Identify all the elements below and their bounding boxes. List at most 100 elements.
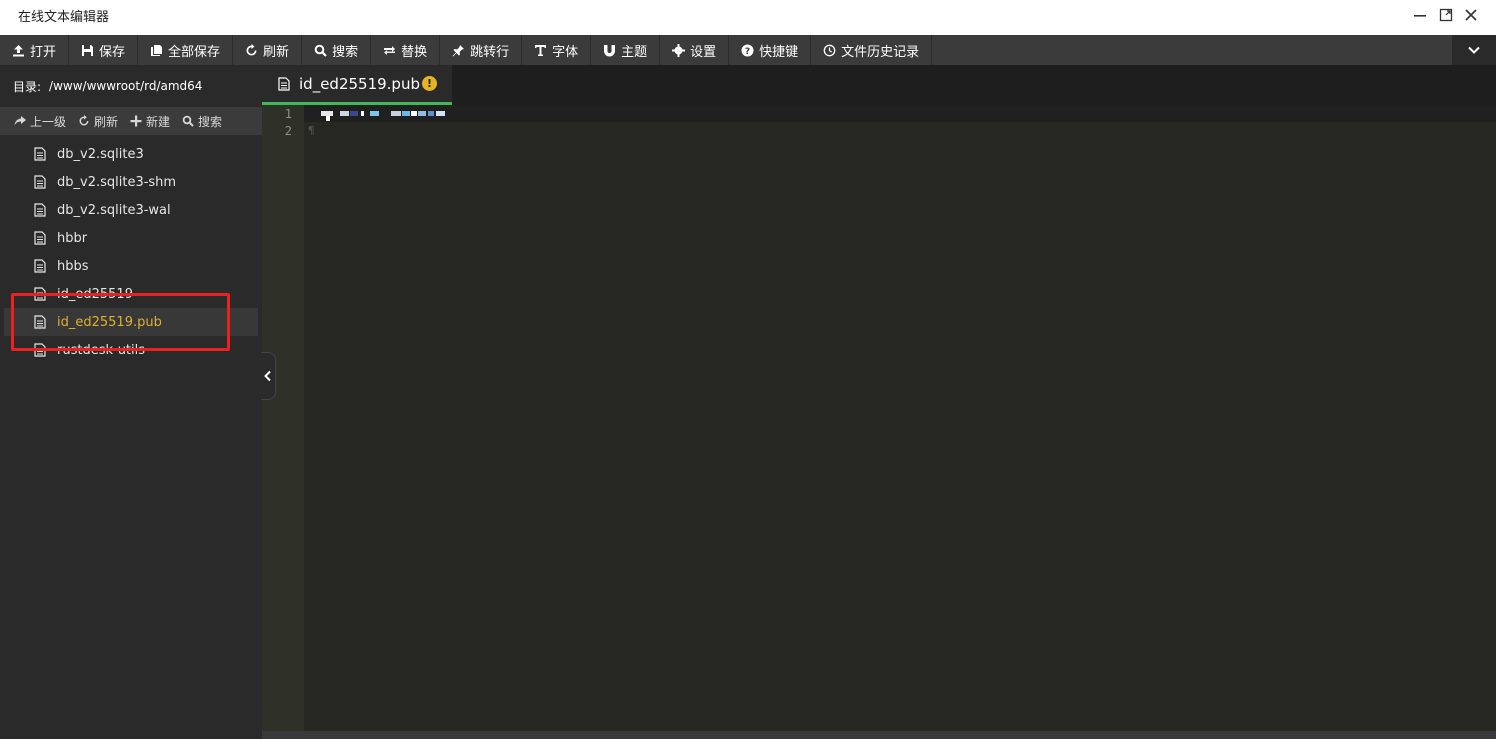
save-button[interactable]: 保存 — [69, 35, 139, 65]
file-name: id_ed25519.pub — [57, 314, 162, 330]
file-icon — [34, 175, 46, 189]
line-end-marker: ¶ — [308, 124, 315, 137]
save-all-icon — [151, 44, 163, 56]
chevron-left-icon — [264, 370, 271, 382]
search-label: 搜索 — [332, 44, 359, 60]
share-arrow-icon — [14, 116, 26, 126]
file-icon — [34, 203, 46, 217]
search-icon — [182, 115, 194, 127]
refresh-icon — [246, 43, 257, 55]
save-icon — [82, 44, 94, 56]
tab-bar: id_ed25519.pub ! — [262, 65, 1496, 105]
file-name: id_ed25519 — [57, 286, 133, 302]
goto-line-label: 跳转行 — [470, 44, 510, 60]
magnet-icon — [604, 44, 616, 56]
upload-icon — [13, 44, 24, 56]
maximize-icon[interactable] — [1437, 6, 1455, 24]
new-file-button[interactable]: 新建 — [124, 113, 176, 130]
file-item[interactable]: id_ed25519 — [4, 280, 258, 308]
file-name: db_v2.sqlite3 — [57, 146, 144, 162]
save-all-button[interactable]: 全部保存 — [138, 35, 234, 65]
font-label: 字体 — [552, 44, 579, 60]
parent-dir-button[interactable]: 上一级 — [8, 113, 72, 130]
shortcuts-button[interactable]: ? 快捷键 — [729, 35, 812, 65]
goto-line-button[interactable]: 跳转行 — [440, 35, 523, 65]
open-button[interactable]: 打开 — [0, 35, 70, 65]
file-history-label: 文件历史记录 — [841, 44, 920, 60]
sidebar-refresh-label: 刷新 — [94, 114, 119, 129]
refresh-icon — [79, 115, 89, 126]
line-number-gutter: 1 2 — [262, 105, 304, 731]
file-item-active[interactable]: id_ed25519.pub — [4, 308, 258, 336]
editor-area: id_ed25519.pub ! 1 2 ¶ — [262, 65, 1496, 739]
file-name: hbbr — [57, 230, 88, 246]
search-button[interactable]: 搜索 — [302, 35, 372, 65]
shortcuts-label: 快捷键 — [759, 44, 799, 60]
settings-button[interactable]: 设置 — [660, 35, 730, 65]
save-all-label: 全部保存 — [168, 44, 221, 60]
active-line — [304, 105, 1496, 122]
refresh-button[interactable]: 刷新 — [233, 35, 303, 65]
sidebar-search-label: 搜索 — [198, 114, 223, 129]
theme-button[interactable]: 主题 — [591, 35, 661, 65]
sidebar-collapse-button[interactable] — [261, 352, 276, 400]
open-label: 打开 — [30, 44, 57, 60]
font-button[interactable]: 字体 — [522, 35, 592, 65]
tab-id-ed25519-pub[interactable]: id_ed25519.pub ! — [262, 65, 452, 105]
plus-icon — [130, 115, 142, 127]
directory-label: 目录: — [13, 79, 42, 94]
file-icon — [34, 287, 46, 301]
search-icon — [314, 44, 327, 57]
file-item[interactable]: hbbr — [4, 224, 258, 252]
file-list: db_v2.sqlite3 db_v2.sqlite3-shm db_v2.sq… — [4, 140, 258, 364]
file-item[interactable]: hbbs — [4, 252, 258, 280]
file-item[interactable]: db_v2.sqlite3 — [4, 140, 258, 168]
svg-text:?: ? — [745, 47, 750, 57]
replace-label: 替换 — [401, 44, 428, 60]
sidebar-search-button[interactable]: 搜索 — [176, 113, 228, 130]
sidebar-refresh-button[interactable]: 刷新 — [72, 113, 124, 130]
directory-bar: 目录: /www/wwwroot/rd/amd64 — [0, 65, 262, 107]
file-item[interactable]: db_v2.sqlite3-shm — [4, 168, 258, 196]
file-name: db_v2.sqlite3-shm — [57, 174, 177, 190]
file-item[interactable]: db_v2.sqlite3-wal — [4, 196, 258, 224]
file-icon — [34, 231, 46, 245]
chevron-down-icon — [1468, 46, 1480, 54]
line-number: 2 — [284, 124, 292, 138]
close-icon[interactable] — [1462, 6, 1480, 24]
file-name: hbbs — [57, 258, 89, 274]
theme-label: 主题 — [621, 44, 648, 60]
file-icon — [278, 76, 290, 91]
parent-dir-label: 上一级 — [30, 114, 67, 129]
horizontal-scrollbar[interactable] — [262, 731, 1496, 739]
help-icon: ? — [741, 44, 754, 57]
file-icon — [34, 343, 46, 357]
file-icon — [34, 259, 46, 273]
file-item[interactable]: rustdesk-utils — [4, 336, 258, 364]
line-number: 1 — [284, 107, 292, 121]
main-toolbar: 打开 保存 全部保存 刷新 搜索 替换 跳转行 字体 主题 设置 ? 快捷键 文… — [0, 35, 1496, 65]
settings-label: 设置 — [690, 44, 717, 60]
minimize-icon[interactable] — [1411, 6, 1429, 24]
unsaved-warning-icon: ! — [422, 76, 437, 91]
file-name: rustdesk-utils — [57, 342, 146, 358]
file-name: db_v2.sqlite3-wal — [57, 202, 171, 218]
toolbar-expand-button[interactable] — [1452, 35, 1496, 65]
pin-icon — [452, 44, 465, 56]
sidebar-toolbar: 上一级 刷新 新建 搜索 — [0, 107, 262, 135]
title-bar: 在线文本编辑器 — [0, 0, 1496, 35]
replace-button[interactable]: 替换 — [371, 35, 441, 65]
directory-path: /www/wwwroot/rd/amd64 — [49, 79, 203, 93]
file-icon — [34, 315, 46, 329]
tab-title: id_ed25519.pub — [299, 74, 420, 93]
refresh-label: 刷新 — [263, 44, 290, 60]
window-title: 在线文本编辑器 — [18, 10, 110, 25]
file-sidebar: 目录: /www/wwwroot/rd/amd64 上一级 刷新 新建 搜索 d… — [0, 65, 262, 739]
gear-icon — [672, 43, 686, 57]
file-icon — [34, 147, 46, 161]
code-editor[interactable]: ¶ — [304, 105, 1496, 731]
new-file-label: 新建 — [146, 114, 171, 129]
file-history-button[interactable]: 文件历史记录 — [811, 35, 933, 65]
clock-icon — [823, 44, 836, 56]
font-icon — [535, 44, 547, 56]
